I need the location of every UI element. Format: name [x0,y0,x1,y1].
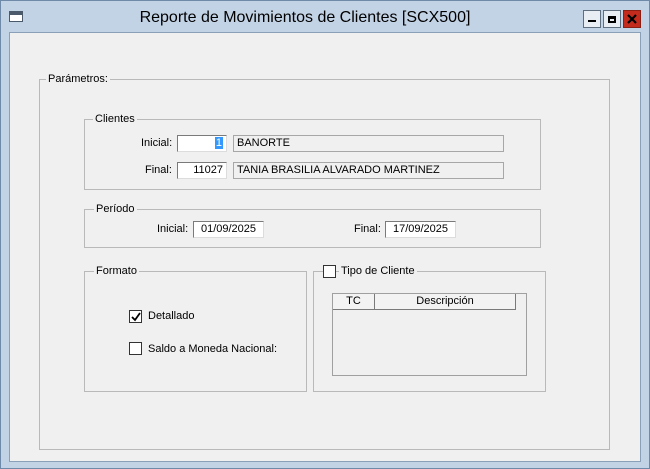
periodo-final-field[interactable]: 17/09/2025 [385,221,456,238]
title-bar: Reporte de Movimientos de Clientes [SCX5… [1,1,649,31]
saldo-moneda-checkbox[interactable] [129,342,142,355]
cliente-final-name-field: TANIA BRASILIA ALVARADO MARTINEZ [233,162,504,179]
cliente-final-label: Final: [145,164,172,176]
maximize-icon [608,15,616,23]
periodo-final-label: Final: [354,223,381,235]
minimize-icon [588,20,596,22]
tipo-cliente-group: Tipo de Cliente TC Descripción [313,265,546,392]
periodo-group: Período Inicial: 01/09/2025 Final: 17/09… [84,203,541,248]
tipo-cliente-grid[interactable]: TC Descripción [332,293,527,376]
maximize-button[interactable] [603,10,621,28]
periodo-label: Período [94,203,137,216]
cliente-inicial-label: Inicial: [141,137,173,149]
close-icon [627,14,637,24]
app-window: Reporte de Movimientos de Clientes [SCX5… [0,0,650,469]
form-body: Parámetros: Clientes Inicial: 1 BANORTE … [9,32,641,462]
close-button[interactable] [623,10,641,28]
cliente-inicial-name-field: BANORTE [233,135,504,152]
periodo-inicial-field[interactable]: 01/09/2025 [193,221,264,238]
detallado-checkbox[interactable] [129,310,142,323]
clientes-label: Clientes [93,113,137,126]
formato-label: Formato [94,265,139,278]
tipo-cliente-checkbox[interactable] [323,265,336,278]
cliente-inicial-code-field[interactable]: 1 [177,135,227,152]
detallado-label: Detallado [148,310,195,322]
grid-header-tc[interactable]: TC [333,294,375,310]
cliente-final-code-field[interactable]: 11027 [177,162,227,179]
clientes-group: Clientes Inicial: 1 BANORTE Final: 11027… [84,113,541,190]
saldo-moneda-label: Saldo a Moneda Nacional: [148,343,278,355]
periodo-inicial-label: Inicial: [157,223,189,235]
parametros-label: Parámetros: [46,73,110,86]
window-title: Reporte de Movimientos de Clientes [SCX5… [139,9,471,26]
checkmark-icon [131,312,141,322]
parametros-group: Parámetros: Clientes Inicial: 1 BANORTE … [39,73,610,450]
tipo-cliente-label: Tipo de Cliente [339,265,417,278]
grid-header-descripcion[interactable]: Descripción [375,294,516,310]
formato-group: Formato Detallado Saldo a Moneda Naciona… [84,265,307,392]
minimize-button[interactable] [583,10,601,28]
